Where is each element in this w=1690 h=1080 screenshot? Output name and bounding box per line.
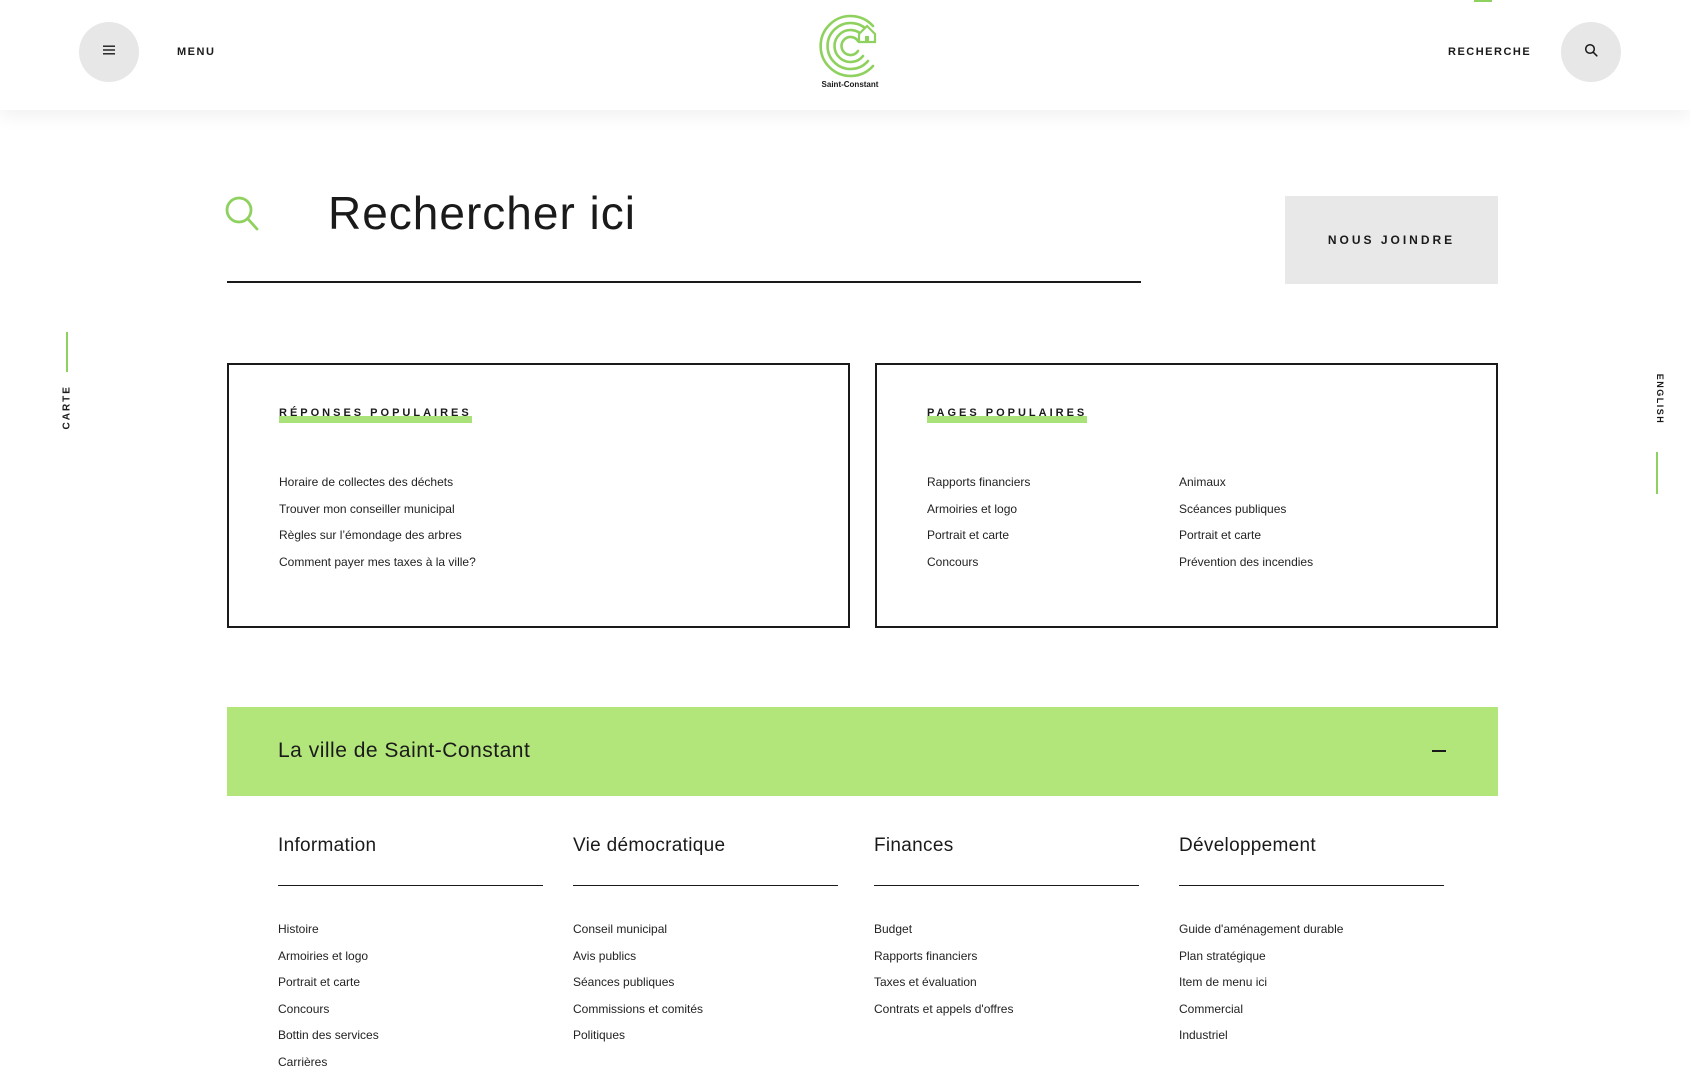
- search-icon: [1584, 43, 1598, 62]
- popular-answers-list: Horaire de collectes des déchets Trouver…: [279, 469, 476, 575]
- list-item[interactable]: Avis publics: [573, 943, 838, 970]
- list-item[interactable]: Concours: [278, 996, 543, 1023]
- column-title: Développement: [1179, 835, 1316, 856]
- contact-button[interactable]: NOUS JOINDRE: [1285, 196, 1498, 284]
- popular-pages-list-1: Rapports financiers Armoiries et logo Po…: [927, 469, 1030, 575]
- column-links: Guide d'aménagement durable Plan stratég…: [1179, 916, 1444, 1049]
- list-item[interactable]: Trouver mon conseiller municipal: [279, 496, 476, 523]
- list-item[interactable]: Bottin des services: [278, 1022, 543, 1049]
- list-item[interactable]: Animaux: [1179, 469, 1313, 496]
- search-input[interactable]: [328, 183, 1128, 243]
- column-vie-democratique: Vie démocratique Conseil municipal Avis …: [573, 835, 838, 1049]
- accordion-header[interactable]: La ville de Saint-Constant: [227, 707, 1498, 796]
- list-item[interactable]: Commercial: [1179, 996, 1444, 1023]
- search-underline: [227, 281, 1141, 283]
- popular-answers-panel: RÉPONSES POPULAIRES Horaire de collectes…: [227, 363, 850, 628]
- popular-pages-title: PAGES POPULAIRES: [927, 407, 1088, 423]
- column-links: Budget Rapports financiers Taxes et éval…: [874, 916, 1139, 1022]
- minus-icon[interactable]: [1432, 750, 1446, 752]
- column-divider: [874, 885, 1139, 886]
- list-item[interactable]: Armoiries et logo: [278, 943, 543, 970]
- english-link[interactable]: ENGLISH: [1655, 369, 1665, 429]
- popular-pages-list-2: Animaux Scéances publiques Portrait et c…: [1179, 469, 1313, 575]
- hamburger-icon: [102, 43, 116, 61]
- list-item[interactable]: Guide d'aménagement durable: [1179, 916, 1444, 943]
- list-item[interactable]: Budget: [874, 916, 1139, 943]
- column-links: Histoire Armoiries et logo Portrait et c…: [278, 916, 543, 1075]
- list-item[interactable]: Rapports financiers: [874, 943, 1139, 970]
- column-divider: [573, 885, 838, 886]
- column-title: Finances: [874, 835, 954, 856]
- site-header: MENU Saint-Constant RECHERCHE: [0, 0, 1690, 110]
- list-item[interactable]: Comment payer mes taxes à la ville?: [279, 549, 476, 576]
- list-item[interactable]: Horaire de collectes des déchets: [279, 469, 476, 496]
- list-item[interactable]: Politiques: [573, 1022, 838, 1049]
- list-item[interactable]: Rapports financiers: [927, 469, 1030, 496]
- column-divider: [1179, 885, 1444, 886]
- list-item[interactable]: Histoire: [278, 916, 543, 943]
- list-item[interactable]: Industriel: [1179, 1022, 1444, 1049]
- column-developpement: Développement Guide d'aménagement durabl…: [1179, 835, 1444, 1049]
- list-item[interactable]: Conseil municipal: [573, 916, 838, 943]
- popular-answers-title: RÉPONSES POPULAIRES: [279, 407, 472, 423]
- list-item[interactable]: Portrait et carte: [1179, 522, 1313, 549]
- list-item[interactable]: Carrières: [278, 1049, 543, 1076]
- list-item[interactable]: Plan stratégique: [1179, 943, 1444, 970]
- list-item[interactable]: Armoiries et logo: [927, 496, 1030, 523]
- list-item[interactable]: Scéances publiques: [1179, 496, 1313, 523]
- list-item[interactable]: Contrats et appels d'offres: [874, 996, 1139, 1023]
- logo-wordmark: Saint-Constant: [821, 80, 879, 89]
- list-item[interactable]: Commissions et comités: [573, 996, 838, 1023]
- column-finances: Finances Budget Rapports financiers Taxe…: [874, 835, 1139, 1022]
- column-title: Vie démocratique: [573, 835, 726, 856]
- list-item[interactable]: Prévention des incendies: [1179, 549, 1313, 576]
- list-item[interactable]: Portrait et carte: [278, 969, 543, 996]
- list-item[interactable]: Séances publiques: [573, 969, 838, 996]
- list-item[interactable]: Portrait et carte: [927, 522, 1030, 549]
- search-label[interactable]: RECHERCHE: [1448, 46, 1531, 58]
- column-information: Information Histoire Armoiries et logo P…: [278, 835, 543, 1075]
- top-accent-bar: [1474, 0, 1492, 2]
- list-item[interactable]: Taxes et évaluation: [874, 969, 1139, 996]
- list-item[interactable]: Règles sur l’émondage des arbres: [279, 522, 476, 549]
- saint-constant-logo[interactable]: Saint-Constant: [815, 12, 885, 94]
- column-title: Information: [278, 835, 377, 856]
- menu-button[interactable]: [79, 22, 139, 82]
- search-button[interactable]: [1561, 22, 1621, 82]
- list-item[interactable]: Item de menu ici: [1179, 969, 1444, 996]
- list-item[interactable]: Concours: [927, 549, 1030, 576]
- side-accent-right: [1656, 452, 1658, 494]
- column-links: Conseil municipal Avis publics Séances p…: [573, 916, 838, 1049]
- popular-pages-panel: PAGES POPULAIRES Rapports financiers Arm…: [875, 363, 1498, 628]
- menu-label[interactable]: MENU: [177, 46, 215, 58]
- search-icon: [224, 195, 262, 238]
- column-divider: [278, 885, 543, 886]
- carte-link[interactable]: CARTE: [62, 385, 73, 429]
- accordion-title: La ville de Saint-Constant: [278, 739, 531, 762]
- side-accent-left: [66, 332, 68, 372]
